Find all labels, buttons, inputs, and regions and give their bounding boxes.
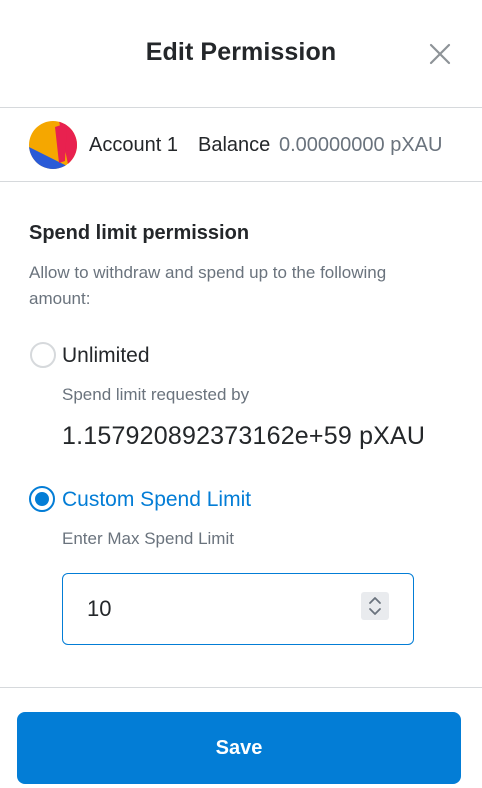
radio-custom-spend-limit[interactable]: [29, 486, 55, 512]
requested-amount: 1.157920892373162e+59 pXAU: [62, 422, 426, 450]
close-icon: [426, 40, 454, 68]
header: Edit Permission: [0, 0, 482, 108]
radio-selected-dot: [35, 492, 49, 506]
option-label-unlimited[interactable]: Unlimited: [62, 344, 150, 368]
section-description: Allow to withdraw and spend up to the fo…: [29, 263, 387, 308]
page-title: Edit Permission: [145, 38, 337, 66]
save-button[interactable]: Save: [17, 712, 461, 784]
custom-spend-limit-field[interactable]: [62, 573, 414, 645]
balance-label: Balance: [198, 134, 271, 156]
enter-max-label: Enter Max Spend Limit: [62, 529, 234, 548]
balance-value: 0.00000000 pXAU: [279, 134, 443, 156]
footer-divider: [0, 687, 482, 688]
custom-spend-limit-input[interactable]: [87, 594, 347, 624]
section-title: Spend limit permission: [29, 222, 250, 244]
requested-by-label: Spend limit requested by: [62, 385, 250, 404]
option-label-custom-spend-limit[interactable]: Custom Spend Limit: [62, 488, 251, 512]
edit-permission-page: Edit Permission Account 1 Balance 0.0000…: [0, 0, 482, 788]
account-row: Account 1 Balance 0.00000000 pXAU: [0, 108, 482, 182]
account-name: Account 1: [89, 134, 178, 156]
avatar: [29, 121, 77, 169]
chevron-up-down-icon: [361, 592, 389, 620]
radio-unlimited[interactable]: [30, 342, 56, 368]
number-stepper[interactable]: [361, 592, 389, 620]
close-button[interactable]: [426, 40, 454, 68]
